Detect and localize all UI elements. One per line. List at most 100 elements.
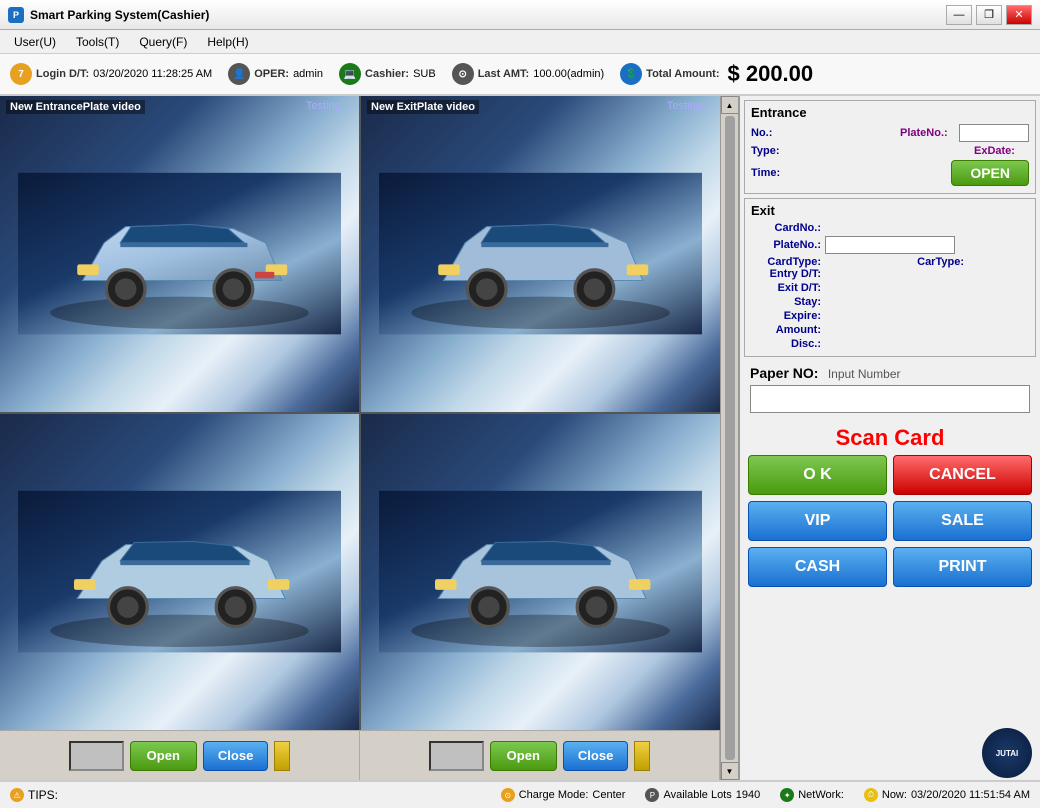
type-label: Type: <box>751 145 791 157</box>
network-icon: ✦ <box>780 788 794 802</box>
stay-label: Stay: <box>751 296 821 308</box>
charge-mode: ⊙ Charge Mode: Center <box>501 788 626 802</box>
vip-button[interactable]: VIP <box>748 501 887 541</box>
exit-open-button[interactable]: Open <box>490 741 557 771</box>
plateno-row: PlateNo.: <box>751 236 1029 254</box>
video-grid: New EntrancePlate video Testing ... <box>0 96 720 730</box>
cardno-label: CardNo.: <box>751 222 821 234</box>
video-bottom-left <box>0 414 359 730</box>
clock-icon: ⏱ <box>864 788 878 802</box>
scroll-up[interactable]: ▲ <box>721 96 739 114</box>
menu-query[interactable]: Query(F) <box>129 33 197 51</box>
network-label: NetWork: <box>798 789 844 801</box>
menu-user[interactable]: User(U) <box>4 33 66 51</box>
tips-bar: ⚠ TIPS: <box>10 788 481 802</box>
tips-label: TIPS: <box>28 788 58 802</box>
time-label: Time: <box>751 167 791 179</box>
action-buttons: O K CANCEL VIP SALE CASH PRINT <box>744 455 1036 587</box>
total-status: 💲 Total Amount: $ 200.00 <box>620 61 813 87</box>
cashier-status: 💻 Cashier: SUB <box>339 63 436 85</box>
login-status: 7 Login D/T: 03/20/2020 11:28:25 AM <box>10 63 212 85</box>
exit-close-button[interactable]: Close <box>563 741 628 771</box>
paper-section: Paper NO: Input Number <box>744 361 1036 417</box>
cardtype-col: CardType: <box>751 256 886 268</box>
last-value: 100.00(admin) <box>533 68 604 80</box>
video-panel: New EntrancePlate video Testing ... <box>0 96 740 780</box>
entrance-close-button[interactable]: Close <box>203 741 268 771</box>
entrance-section: Entrance No.: PlateNo.: Type: ExDate: Ti… <box>744 100 1036 194</box>
entrance-type-row: Type: ExDate: <box>751 145 1029 157</box>
status-bottom-bar: ⚠ TIPS: ⊙ Charge Mode: Center P Availabl… <box>0 780 1040 808</box>
disc-row: Disc.: <box>751 338 1029 350</box>
oper-label: OPER: <box>254 68 289 80</box>
cardtype-row: CardType: CarType: <box>751 256 1029 268</box>
ok-button[interactable]: O K <box>748 455 887 495</box>
network-status: ✦ NetWork: <box>780 788 844 802</box>
close-button[interactable]: ✕ <box>1006 5 1032 25</box>
menu-help[interactable]: Help(H) <box>197 33 258 51</box>
video-top-left-label: New EntrancePlate video <box>6 100 145 114</box>
jutai-logo: JUTAI <box>982 728 1032 778</box>
entrance-controls: Open Close <box>0 731 360 780</box>
lots-label: Available Lots <box>663 789 731 801</box>
cash-button[interactable]: CASH <box>748 547 887 587</box>
entrance-open-btn[interactable]: OPEN <box>951 160 1029 186</box>
exit-display <box>429 741 484 771</box>
oper-value: admin <box>293 68 323 80</box>
video-bottom-right <box>361 414 720 730</box>
minimize-button[interactable]: — <box>946 5 972 25</box>
jutai-label: JUTAI <box>996 749 1019 758</box>
restore-button[interactable]: ❐ <box>976 5 1002 25</box>
entry-dt-row: Entry D/T: <box>751 268 1029 280</box>
paper-input[interactable] <box>750 385 1030 413</box>
print-button[interactable]: PRINT <box>893 547 1032 587</box>
login-value: 03/20/2020 11:28:25 AM <box>93 68 212 80</box>
entrance-time-row: Time: OPEN <box>751 160 1029 186</box>
user-icon: 👤 <box>228 63 250 85</box>
car-svg-bottom-right <box>379 461 702 682</box>
login-label: Login D/T: <box>36 68 89 80</box>
scroll-down[interactable]: ▼ <box>721 762 739 780</box>
plateno-input-entrance[interactable] <box>959 124 1029 142</box>
entrance-title: Entrance <box>751 105 1029 120</box>
controls-row: Open Close Open Close <box>0 730 720 780</box>
amount-row: Amount: <box>751 324 1029 336</box>
now-value: 03/20/2020 11:51:54 AM <box>911 789 1030 801</box>
disc-label: Disc.: <box>751 338 821 350</box>
title-bar: P Smart Parking System(Cashier) — ❐ ✕ <box>0 0 1040 30</box>
last-amt-icon: ⊙ <box>452 63 474 85</box>
time-status: ⏱ Now: 03/20/2020 11:51:54 AM <box>864 788 1030 802</box>
car-svg-top-right <box>379 143 702 364</box>
paper-no-label: Paper NO: <box>750 365 818 381</box>
video-top-left: New EntrancePlate video Testing ... <box>0 96 359 412</box>
exit-section: Exit CardNo.: PlateNo.: CardType: CarTyp… <box>744 198 1036 357</box>
cardno-row: CardNo.: <box>751 222 1029 234</box>
tips-icon: ⚠ <box>10 788 24 802</box>
car-visual-bottom-left <box>0 414 359 730</box>
total-value: $ 200.00 <box>728 61 814 87</box>
video-scrollbar[interactable]: ▲ ▼ <box>720 96 738 780</box>
cancel-button[interactable]: CANCEL <box>893 455 1032 495</box>
charge-label: Charge Mode: <box>519 789 589 801</box>
plateno-label: PlateNo.: <box>900 127 955 139</box>
exit-plateno-input[interactable] <box>825 236 955 254</box>
entry-dt-label: Entry D/T: <box>751 268 821 280</box>
car-svg-top-left <box>18 143 341 364</box>
available-lots: P Available Lots 1940 <box>645 788 760 802</box>
entrance-display <box>69 741 124 771</box>
entrance-open-button[interactable]: Open <box>130 741 197 771</box>
exit-plateno-label: PlateNo.: <box>751 239 821 251</box>
sale-button[interactable]: SALE <box>893 501 1032 541</box>
menu-tools[interactable]: Tools(T) <box>66 33 129 51</box>
exit-title: Exit <box>751 203 1029 218</box>
video-main: New EntrancePlate video Testing ... <box>0 96 720 780</box>
charge-value: Center <box>592 789 625 801</box>
stay-row: Stay: <box>751 296 1029 308</box>
video-top-right-status: Testing ... <box>667 100 714 112</box>
exdate-label: ExDate: <box>974 145 1029 157</box>
car-visual-bottom-right <box>361 414 720 730</box>
scroll-thumb[interactable] <box>725 116 735 760</box>
car-svg-bottom-left <box>18 461 341 682</box>
video-top-right-label: New ExitPlate video <box>367 100 479 114</box>
now-label: Now: <box>882 789 907 801</box>
